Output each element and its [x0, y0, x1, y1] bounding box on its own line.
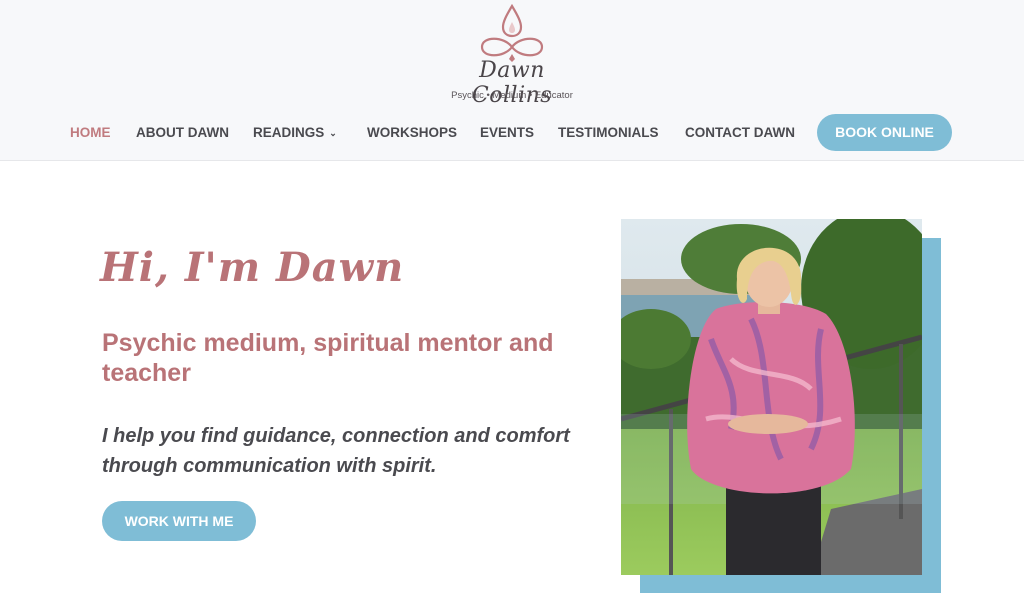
nav-home[interactable]: HOME [70, 125, 111, 140]
hero-subtitle: Psychic medium, spiritual mentor and tea… [102, 329, 554, 387]
nav-about-dawn[interactable]: ABOUT DAWN [136, 125, 229, 140]
nav-events[interactable]: EVENTS [480, 125, 534, 140]
portrait-image [621, 219, 922, 575]
logo-tagline: Psychic • Medium • Educator [451, 90, 573, 101]
lotus-infinity-icon [480, 4, 544, 62]
hero-title: Hi, I'm Dawn [100, 244, 405, 291]
portrait-photo [621, 219, 922, 575]
nav-contact-dawn[interactable]: CONTACT DAWN [685, 125, 795, 140]
work-with-me-button[interactable]: WORK WITH ME [102, 501, 256, 541]
site-logo[interactable]: Dawn Collins Psychic • Medium • Educator [436, 4, 588, 108]
site-header: Dawn Collins Psychic • Medium • Educator… [0, 0, 1024, 161]
nav-testimonials[interactable]: TESTIMONIALS [558, 125, 659, 140]
hero-description: I help you find guidance, connection and… [102, 425, 570, 477]
nav-readings[interactable]: READINGS ⌄ [253, 125, 337, 140]
nav-workshops[interactable]: WORKSHOPS [367, 125, 457, 140]
nav-readings-label: READINGS [253, 125, 325, 140]
chevron-down-icon: ⌄ [329, 128, 337, 138]
book-online-button[interactable]: BOOK ONLINE [817, 114, 952, 151]
main-nav: HOME ABOUT DAWN READINGS ⌄ WORKSHOPS EVEN… [0, 114, 1024, 152]
